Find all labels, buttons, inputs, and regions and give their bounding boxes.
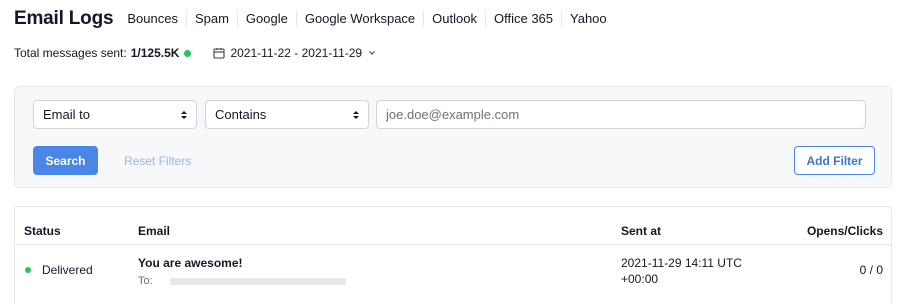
add-filter-button[interactable]: Add Filter xyxy=(794,146,875,175)
column-header-email[interactable]: Email xyxy=(138,224,170,238)
email-subject[interactable]: You are awesome! xyxy=(138,256,242,270)
email-logs-table: Status Email Sent at Opens/Clicks Delive… xyxy=(14,206,892,304)
provider-link-bounces[interactable]: Bounces xyxy=(127,11,186,27)
filter-operator-value: Contains xyxy=(215,107,267,122)
date-range-text: 2021-11-22 - 2021-11-29 xyxy=(230,46,363,60)
filter-operator-select[interactable]: Contains xyxy=(205,100,369,129)
column-header-sent-at[interactable]: Sent at xyxy=(621,224,661,238)
provider-link-yahoo[interactable]: Yahoo xyxy=(561,11,615,27)
filter-field-select[interactable]: Email to xyxy=(33,100,197,129)
provider-link-google-workspace[interactable]: Google Workspace xyxy=(295,11,423,27)
table-header: Status Email Sent at Opens/Clicks xyxy=(15,207,891,245)
email-recipient: To: xyxy=(138,275,346,287)
status-indicator-dot xyxy=(184,49,192,57)
filter-panel: Email to Contains Search Reset Filters A… xyxy=(14,86,892,188)
filter-field-value: Email to xyxy=(43,107,90,122)
sent-at-datetime: 2021-11-29 14:11 UTC xyxy=(621,256,742,270)
select-arrows-icon xyxy=(181,111,187,119)
provider-link-office-365[interactable]: Office 365 xyxy=(484,11,561,27)
table-row[interactable]: Delivered You are awesome! To: 2021-11-2… xyxy=(15,245,891,304)
reset-filters-button[interactable]: Reset Filters xyxy=(124,146,191,175)
chevron-down-icon xyxy=(369,51,375,55)
provider-link-google[interactable]: Google xyxy=(236,11,296,27)
status-cell: Delivered xyxy=(25,263,93,277)
opens-clicks-value: 0 / 0 xyxy=(859,263,883,277)
status-dot xyxy=(25,267,31,273)
column-header-opens-clicks[interactable]: Opens/Clicks xyxy=(807,224,883,238)
total-messages-value: 1/125.5K xyxy=(130,46,180,60)
redacted-recipient xyxy=(169,277,346,285)
date-range-picker[interactable]: 2021-11-22 - 2021-11-29 xyxy=(213,46,376,60)
calendar-icon xyxy=(213,48,225,59)
page-header: Email Logs Bounces Spam Google Google Wo… xyxy=(14,8,615,30)
status-text: Delivered xyxy=(42,263,93,277)
search-button[interactable]: Search xyxy=(33,146,98,175)
summary-bar: Total messages sent: 1/125.5K 2021-11-22… xyxy=(14,46,376,60)
provider-nav: Bounces Spam Google Google Workspace Out… xyxy=(127,11,614,27)
filter-value-input[interactable] xyxy=(376,100,866,129)
recipient-label: To: xyxy=(138,275,153,287)
column-header-status[interactable]: Status xyxy=(24,224,61,238)
total-messages-label: Total messages sent: xyxy=(14,46,127,60)
page-title: Email Logs xyxy=(14,8,114,29)
provider-link-outlook[interactable]: Outlook xyxy=(423,11,485,27)
select-arrows-icon xyxy=(353,111,359,119)
provider-link-spam[interactable]: Spam xyxy=(185,11,237,27)
sent-at-offset: +00:00 xyxy=(621,272,659,286)
